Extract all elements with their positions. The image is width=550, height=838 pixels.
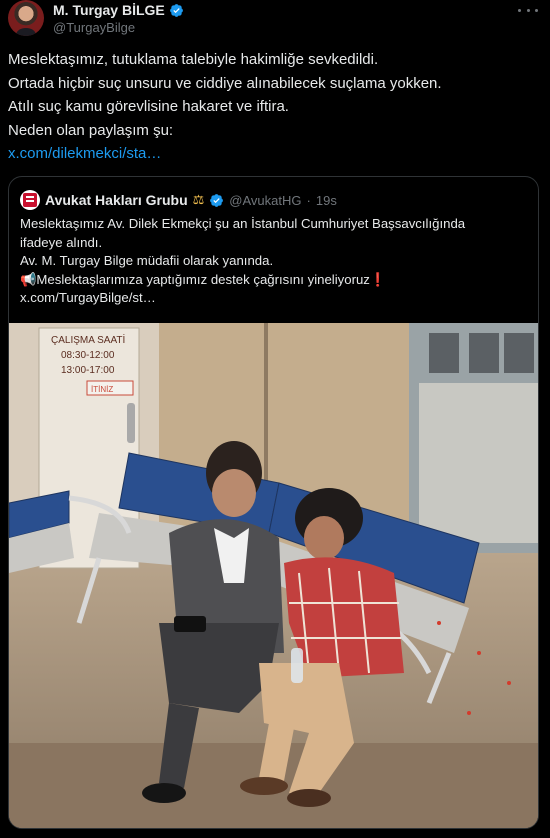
more-options-icon[interactable] [518,2,538,18]
quote-separator: · [306,192,311,208]
author-handle[interactable]: @TurgayBilge [53,20,135,35]
author-name[interactable]: M. Turgay BİLGE [53,2,165,18]
quote-text-line: ifadeye alındı. [20,234,103,250]
sign-title: ÇALIŞMA SAATİ [51,333,125,346]
quote-author-name[interactable]: Avukat Hakları Grubu [45,192,188,208]
quote-text: Meslektaşımız Av. Dilek Ekmekçi şu an İs… [20,215,530,308]
quote-author-avatar[interactable] [20,190,40,210]
quote-author-handle[interactable]: @AvukatHG [229,193,301,208]
tweet-text-line: Atılı suç kamu görevlisine hakaret ve if… [8,98,289,116]
tweet-text: Meslektaşımız, tutuklama talebiyle hakim… [8,48,542,166]
author-name-row[interactable]: M. Turgay BİLGE [53,2,184,18]
quote-text-line: 📢Meslektaşlarımıza yaptığımız destek çağ… [20,271,387,287]
door-label: İTİNİZ [91,385,113,394]
tweet-text-line: Meslektaşımız, tutuklama talebiyle hakim… [8,51,379,68]
quote-header: Avukat Hakları Grubu ⚖ @AvukatHG · 19s [20,190,337,210]
tweet-link[interactable]: x.com/dilekmekci/sta… [8,142,542,166]
balance-scale-icon: ⚖ [192,192,205,207]
quote-text-line: Av. M. Turgay Bilge müdafii olarak yanın… [20,253,274,269]
verified-badge-icon [210,193,224,207]
quote-photo[interactable]: ÇALIŞMA SAATİ 08:30-12:00 13:00-17:00 İT… [9,323,538,828]
quote-text-line: Meslektaşımız Av. Dilek Ekmekçi şu an İs… [20,216,466,231]
tweet-header: M. Turgay BİLGE @TurgayBilge [8,0,542,44]
sign-hours-1: 08:30-12:00 [61,350,115,361]
quote-link[interactable]: x.com/TurgayBilge/st… [20,289,530,308]
tweet-text-line: Neden olan paylaşım şu: [8,121,174,139]
quoted-tweet-card[interactable]: Avukat Hakları Grubu ⚖ @AvukatHG · 19s M… [8,176,539,829]
photo-scene: ÇALIŞMA SAATİ 08:30-12:00 13:00-17:00 İT… [9,323,538,828]
sign-hours-2: 13:00-17:00 [61,365,115,376]
tweet-text-line: Ortada hiçbir suç unsuru ve ciddiye alın… [8,74,442,92]
quote-timestamp[interactable]: 19s [316,193,337,208]
author-avatar[interactable] [8,0,44,36]
verified-badge-icon [169,3,183,17]
